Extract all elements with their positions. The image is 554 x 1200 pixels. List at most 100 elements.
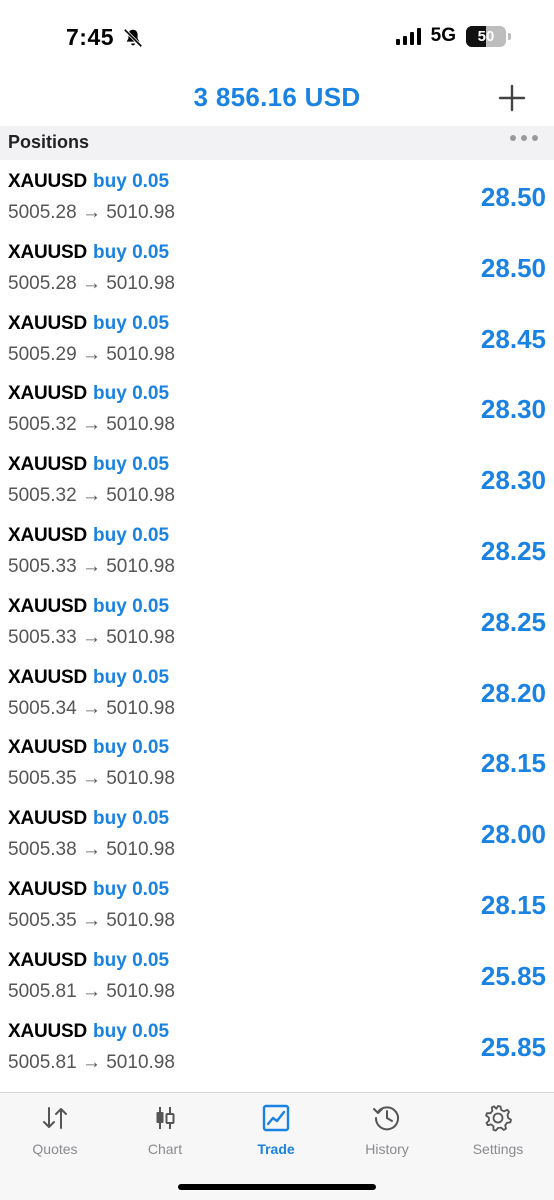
position-row[interactable]: XAUUSD buy 0.05 5005.28 → 5010.98 28.50 — [0, 233, 554, 304]
position-symbol: XAUUSD — [8, 524, 88, 546]
position-symbol: XAUUSD — [8, 383, 88, 405]
position-row[interactable]: XAUUSD buy 0.05 5005.29 → 5010.98 28.45 — [0, 304, 554, 375]
position-row[interactable]: XAUUSD buy 0.05 5005.38 → 5010.98 28.00 — [0, 799, 554, 870]
trade-icon — [262, 1104, 290, 1132]
tab-quotes[interactable]: Quotes — [0, 1103, 110, 1159]
position-profit: 28.50 — [480, 182, 546, 212]
positions-list: XAUUSD buy 0.05 5005.28 → 5010.98 28.50 XAUU… — [0, 162, 554, 1082]
position-symbol: XAUUSD — [8, 808, 88, 830]
home-indicator — [178, 1184, 376, 1190]
position-symbol: XAUUSD — [8, 666, 88, 688]
position-row[interactable]: XAUUSD buy 0.05 5005.34 → 5010.98 28.20 — [0, 658, 554, 729]
position-title: XAUUSD buy 0.05 — [8, 879, 169, 901]
status-right: 5G 50 — [395, 25, 511, 47]
position-symbol: XAUUSD — [8, 312, 88, 334]
position-title: XAUUSD buy 0.05 — [8, 242, 169, 264]
position-side: buy 0.05 — [93, 595, 170, 617]
position-profit: 28.15 — [480, 889, 546, 920]
network-label: 5G — [430, 25, 456, 46]
position-profit: 28.00 — [480, 819, 546, 850]
history-icon — [373, 1106, 399, 1131]
tab-label: Quotes — [32, 1141, 78, 1157]
position-profit: 28.45 — [480, 323, 546, 354]
position-symbol: XAUUSD — [8, 878, 88, 900]
chart-icon — [156, 1107, 175, 1129]
position-symbol: XAUUSD — [8, 171, 88, 192]
position-row[interactable]: XAUUSD buy 0.05 5005.81 → 5010.98 25.85 — [0, 941, 554, 1012]
position-profit: 28.50 — [480, 252, 546, 283]
position-row[interactable]: XAUUSD buy 0.05 5005.28 → 5010.98 28.50 — [0, 162, 554, 233]
position-profit: 25.85 — [480, 1031, 546, 1062]
position-profit: 28.20 — [480, 677, 546, 708]
position-row[interactable]: XAUUSD buy 0.05 5005.33 → 5010.98 28.25 — [0, 516, 554, 587]
position-row[interactable]: XAUUSD buy 0.05 5005.81 → 5010.98 25.85 — [0, 1012, 554, 1083]
position-side: buy 0.05 — [93, 312, 170, 334]
position-prices: 5005.28 → 5010.98 — [8, 272, 175, 294]
position-side: buy 0.05 — [93, 524, 170, 546]
position-side: buy 0.05 — [93, 878, 170, 900]
position-title: XAUUSD buy 0.05 — [8, 171, 169, 193]
battery-cap — [508, 32, 511, 40]
settings-icon — [485, 1105, 512, 1132]
tab-history[interactable]: History — [332, 1103, 442, 1159]
position-side: buy 0.05 — [93, 666, 170, 688]
position-prices: 5005.32 → 5010.98 — [8, 485, 175, 507]
status-bar: 7:45 5G 50 — [0, 0, 554, 74]
position-side: buy 0.05 — [93, 949, 170, 971]
tab-label: Settings — [472, 1141, 524, 1157]
position-title: XAUUSD buy 0.05 — [8, 737, 169, 759]
position-symbol: XAUUSD — [8, 241, 88, 263]
tab-settings[interactable]: Settings — [443, 1103, 553, 1159]
position-prices: 5005.81 → 5010.98 — [8, 1051, 175, 1073]
signal-icon — [395, 27, 421, 45]
position-profit: 25.85 — [480, 960, 546, 991]
position-profit: 28.25 — [480, 535, 546, 566]
position-title: XAUUSD buy 0.05 — [8, 525, 169, 547]
position-row[interactable]: XAUUSD buy 0.05 5005.32 → 5010.98 28.30 — [0, 374, 554, 445]
header: 3 856.16 USD — [0, 74, 554, 126]
position-prices: 5005.38 → 5010.98 — [8, 839, 175, 861]
tab-trade[interactable]: Trade — [221, 1103, 331, 1159]
position-side: buy 0.05 — [93, 1020, 170, 1042]
position-row[interactable]: XAUUSD buy 0.05 5005.35 → 5010.98 28.15 — [0, 728, 554, 799]
quotes-icon — [43, 1107, 67, 1129]
position-row[interactable]: XAUUSD buy 0.05 5005.33 → 5010.98 28.25 — [0, 587, 554, 658]
position-prices: 5005.32 → 5010.98 — [8, 414, 175, 436]
position-profit: 28.30 — [480, 394, 546, 425]
position-symbol: XAUUSD — [8, 595, 88, 617]
position-prices: 5005.35 → 5010.98 — [8, 768, 175, 790]
position-prices: 5005.29 → 5010.98 — [8, 343, 175, 365]
positions-section-header: Positions — [0, 126, 554, 160]
status-time-group: 7:45 — [66, 24, 144, 51]
position-title: XAUUSD buy 0.05 — [8, 383, 169, 405]
plus-icon[interactable] — [498, 84, 526, 112]
position-row[interactable]: XAUUSD buy 0.05 5005.32 → 5010.98 28.30 — [0, 445, 554, 516]
position-prices: 5005.34 → 5010.98 — [8, 697, 175, 719]
position-profit: 28.30 — [480, 465, 546, 496]
position-side: buy 0.05 — [93, 808, 170, 830]
more-icon[interactable] — [510, 135, 538, 141]
position-row[interactable]: XAUUSD buy 0.05 5005.35 → 5010.98 28.15 — [0, 870, 554, 941]
position-prices: 5005.81 → 5010.98 — [8, 980, 175, 1002]
position-title: XAUUSD buy 0.05 — [8, 950, 169, 972]
tab-label: Trade — [257, 1141, 295, 1157]
position-side: buy 0.05 — [93, 241, 170, 263]
tab-label: History — [365, 1141, 409, 1157]
position-prices: 5005.33 → 5010.98 — [8, 555, 175, 577]
position-symbol: XAUUSD — [8, 737, 88, 759]
position-title: XAUUSD buy 0.05 — [8, 808, 169, 830]
position-side: buy 0.05 — [93, 383, 170, 405]
position-prices: 5005.28 → 5010.98 — [8, 202, 175, 223]
position-side: buy 0.05 — [93, 737, 170, 759]
account-balance: 3 856.16 USD — [193, 82, 361, 112]
position-prices: 5005.33 → 5010.98 — [8, 626, 175, 648]
status-time: 7:45 — [66, 24, 115, 50]
position-title: XAUUSD buy 0.05 — [8, 313, 169, 335]
position-title: XAUUSD buy 0.05 — [8, 1021, 169, 1043]
battery-level: 50 — [477, 27, 495, 45]
position-title: XAUUSD buy 0.05 — [8, 596, 169, 618]
tab-chart[interactable]: Chart — [110, 1103, 220, 1159]
position-prices: 5005.35 → 5010.98 — [8, 909, 175, 931]
position-symbol: XAUUSD — [8, 454, 88, 476]
position-side: buy 0.05 — [93, 171, 170, 192]
